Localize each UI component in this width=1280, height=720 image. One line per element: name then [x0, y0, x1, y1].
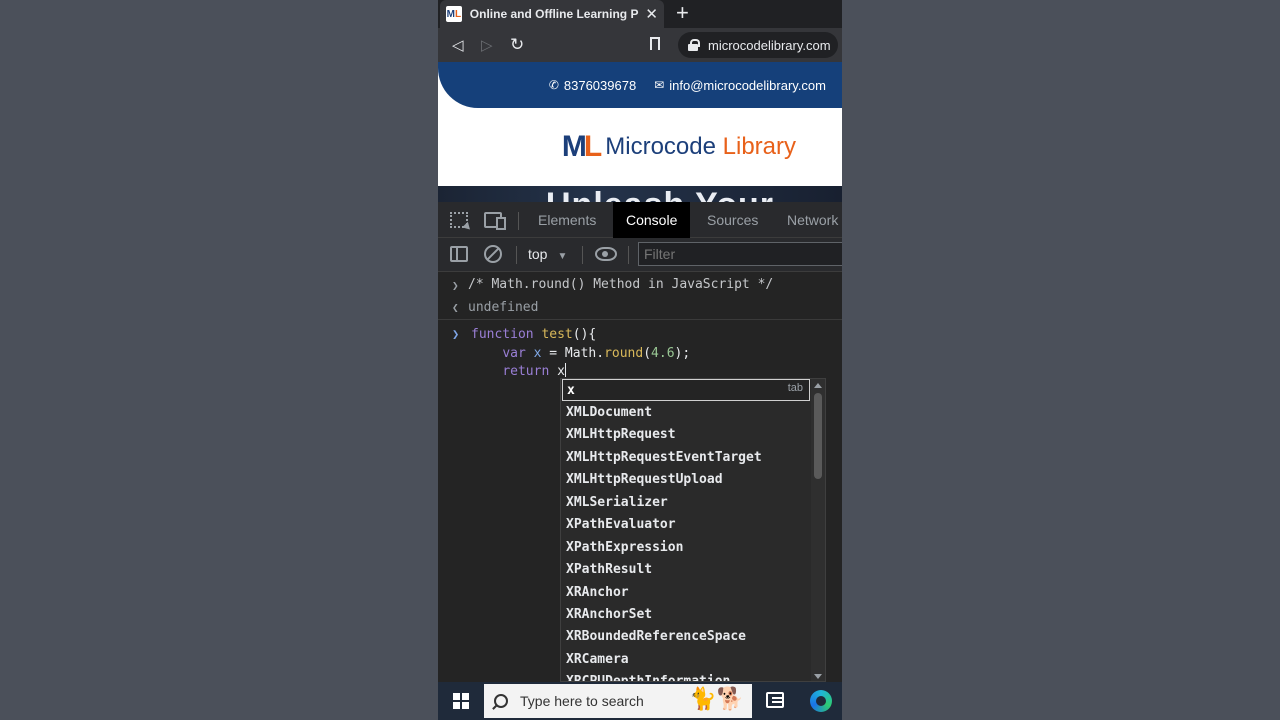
- address-bar[interactable]: microcodelibrary.com: [678, 32, 838, 58]
- list-item[interactable]: XMLHttpRequestUpload: [566, 469, 762, 491]
- divider: [516, 246, 517, 264]
- show-sidebar-icon[interactable]: [450, 246, 468, 262]
- tab-sources[interactable]: Sources: [694, 202, 771, 238]
- divider: [582, 246, 583, 264]
- autocomplete-list: XMLDocument XMLHttpRequest XMLHttpReques…: [566, 402, 762, 681]
- autocomplete-selected-item[interactable]: x tab: [562, 379, 810, 401]
- background-right: [842, 0, 1280, 720]
- email-link[interactable]: ✉ info@microcodelibrary.com: [654, 78, 826, 93]
- chevron-left-icon: ❮: [452, 301, 459, 314]
- list-item[interactable]: XMLSerializer: [566, 492, 762, 514]
- tab-close-icon[interactable]: ✕: [645, 5, 658, 23]
- task-view-icon[interactable]: [766, 692, 784, 708]
- list-item[interactable]: XMLDocument: [566, 402, 762, 424]
- divider: [628, 246, 629, 264]
- divider: [518, 212, 519, 230]
- forward-button[interactable]: ▷: [481, 36, 493, 54]
- console-input-text: /* Math.round() Method in JavaScript */: [468, 277, 774, 292]
- email-text: info@microcodelibrary.com: [669, 77, 826, 93]
- clear-console-icon[interactable]: [484, 245, 502, 263]
- bookmark-icon[interactable]: [650, 37, 660, 50]
- filter-input[interactable]: [638, 242, 842, 266]
- search-highlight-pets-icon: 🐈🐕: [689, 686, 744, 711]
- chevron-down-icon: ▼: [557, 251, 568, 262]
- text-cursor: [564, 363, 566, 377]
- search-icon: [494, 694, 508, 708]
- windows-start-icon[interactable]: [453, 693, 469, 709]
- autocomplete-scrollbar[interactable]: [811, 379, 825, 681]
- device-toolbar-icon[interactable]: [484, 212, 506, 230]
- phone-icon: ✆: [548, 78, 559, 92]
- console-panel: ❯ /* Math.round() Method in JavaScript *…: [438, 272, 842, 682]
- browser-toolbar: ◁ ▷ ↻ microcodelibrary.com: [438, 28, 842, 62]
- list-item[interactable]: XPathEvaluator: [566, 514, 762, 536]
- browser-tab[interactable]: ML Online and Offline Learning Platfo ✕: [440, 0, 664, 28]
- list-item[interactable]: XMLHttpRequestEventTarget: [566, 447, 762, 469]
- url-text: microcodelibrary.com: [708, 37, 831, 53]
- tab-elements[interactable]: Elements: [525, 202, 609, 238]
- phone-text: 8376039678: [563, 77, 637, 93]
- console-output-line: ❮ undefined: [438, 298, 842, 320]
- mail-icon: ✉: [654, 78, 665, 92]
- autocomplete-dropdown: x tab XMLDocument XMLHttpRequest XMLHttp…: [560, 378, 826, 682]
- logo-mark: ML: [561, 130, 602, 163]
- tab-network[interactable]: Network: [774, 202, 842, 238]
- tab-hint: tab: [787, 382, 803, 394]
- new-tab-button[interactable]: +: [676, 2, 689, 24]
- search-placeholder: Type here to search: [520, 693, 644, 709]
- hero-heading: Unleash Your: [546, 188, 774, 202]
- list-item[interactable]: XPathExpression: [566, 537, 762, 559]
- inspect-element-icon[interactable]: [450, 212, 468, 228]
- phone-link[interactable]: ✆ 8376039678: [549, 78, 636, 93]
- taskbar-search-box[interactable]: Type here to search 🐈🐕: [484, 684, 752, 718]
- site-favicon-icon: ML: [446, 6, 462, 22]
- console-input-line: ❯ /* Math.round() Method in JavaScript *…: [438, 276, 842, 298]
- logo-text: Microcode Library: [605, 133, 796, 160]
- list-item[interactable]: XRCamera: [566, 649, 762, 671]
- browser-window: ML Online and Offline Learning Platfo ✕ …: [438, 0, 842, 720]
- lock-icon: [688, 39, 700, 51]
- console-prompt-editor[interactable]: function test(){ var x = Math.round(4.6)…: [471, 326, 690, 382]
- reload-button[interactable]: ↻: [510, 35, 524, 55]
- devtools-tab-bar: Elements Console Sources Network: [438, 202, 842, 238]
- scroll-down-icon[interactable]: [814, 674, 822, 679]
- chevron-right-icon: ❯: [452, 279, 459, 292]
- background-left: [0, 0, 438, 720]
- prompt-chevron-icon: ❯: [452, 327, 460, 341]
- back-button[interactable]: ◁: [452, 36, 464, 54]
- list-item[interactable]: XRBoundedReferenceSpace: [566, 626, 762, 648]
- live-expression-eye-icon[interactable]: [595, 247, 617, 261]
- site-header: ✆ 8376039678 ✉ info@microcodelibrary.com: [438, 62, 842, 108]
- site-logo-area[interactable]: ML Microcode Library: [438, 108, 842, 186]
- console-toolbar: top ▼: [438, 238, 842, 272]
- tab-strip: ML Online and Offline Learning Platfo ✕ …: [438, 0, 842, 28]
- list-item[interactable]: XPathResult: [566, 559, 762, 581]
- windows-taskbar: Type here to search 🐈🐕: [438, 682, 842, 720]
- contact-bar: ✆ 8376039678 ✉ info@microcodelibrary.com: [438, 62, 842, 108]
- list-item[interactable]: XRAnchorSet: [566, 604, 762, 626]
- scrollbar-thumb[interactable]: [814, 393, 822, 479]
- list-item[interactable]: XMLHttpRequest: [566, 424, 762, 446]
- list-item[interactable]: XRAnchor: [566, 582, 762, 604]
- console-output-text: undefined: [468, 300, 539, 315]
- context-selector[interactable]: top ▼: [528, 246, 567, 262]
- edge-browser-icon[interactable]: [810, 690, 832, 712]
- list-item[interactable]: XRCPUDepthInformation: [566, 671, 762, 681]
- scroll-up-icon[interactable]: [814, 383, 822, 388]
- tab-console[interactable]: Console: [613, 202, 691, 238]
- tab-title: Online and Offline Learning Platfo: [469, 7, 640, 21]
- hero-banner: Unleash Your: [438, 186, 842, 202]
